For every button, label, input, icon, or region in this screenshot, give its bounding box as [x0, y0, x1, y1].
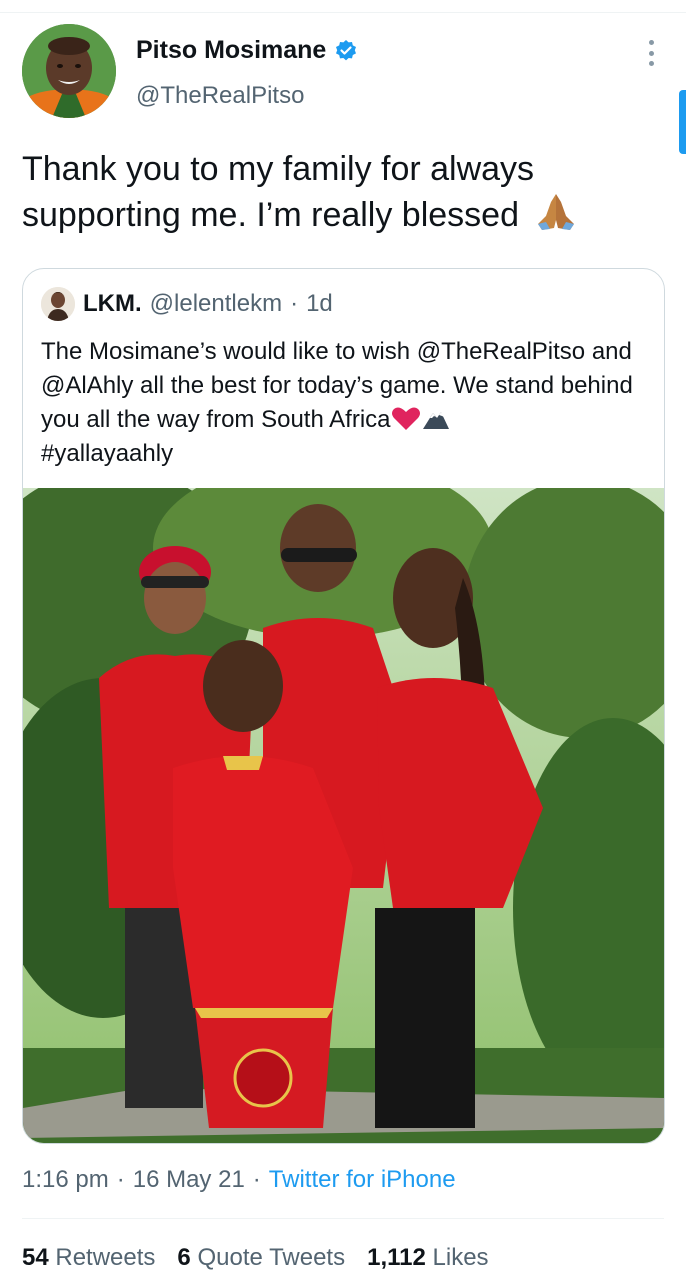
meta-separator: ·	[116, 1166, 125, 1193]
tweet-text: Thank you to my family for always suppor…	[22, 146, 662, 238]
red-heart-icon	[391, 407, 420, 430]
meta-separator: ·	[252, 1166, 261, 1193]
quoted-tweet-text: The Mosimane’s would like to wish @TheRe…	[41, 335, 651, 471]
profile-photo-icon	[22, 24, 116, 118]
retweets-stat[interactable]: 54 Retweets	[22, 1244, 155, 1272]
more-options-icon[interactable]	[640, 40, 662, 66]
verified-badge-icon	[336, 39, 357, 60]
quote-tweets-label: Quote Tweets	[197, 1244, 346, 1271]
tweet-text-body: Thank you to my family for always suppor…	[22, 150, 535, 234]
retweets-count: 54	[22, 1244, 49, 1271]
author-name-row: Pitso Mosimane	[136, 36, 358, 65]
retweets-label: Retweets	[55, 1244, 156, 1271]
quoted-avatar-icon	[41, 287, 75, 321]
likes-label: Likes	[432, 1244, 489, 1271]
quote-tweets-stat[interactable]: 6 Quote Tweets	[177, 1244, 345, 1272]
quoted-tweet-photo[interactable]	[23, 488, 664, 1143]
likes-count: 1,112	[367, 1244, 426, 1271]
scrollbar-thumb[interactable]	[679, 90, 686, 154]
author-display-name[interactable]: Pitso Mosimane	[136, 36, 326, 65]
folded-hands-icon	[538, 194, 575, 230]
author-handle[interactable]: @TheRealPitso	[136, 82, 304, 110]
tweet-stats-row: 54 Retweets 6 Quote Tweets 1,112 Likes	[22, 1244, 489, 1272]
family-photo-icon	[23, 488, 664, 1143]
quoted-timestamp: 1d	[306, 290, 333, 317]
tweet-meta-row: 1:16 pm · 16 May 21 · Twitter for iPhone	[22, 1166, 456, 1194]
quoted-author-handle[interactable]: @lelentlekm	[150, 290, 282, 318]
quoted-tweet-header: LKM. @lelentlekm · 1d	[41, 287, 333, 321]
author-avatar[interactable]	[22, 24, 116, 118]
tweet-source-link[interactable]: Twitter for iPhone	[269, 1166, 456, 1194]
quoted-tweet-body: The Mosimane’s would like to wish @TheRe…	[41, 338, 633, 433]
quoted-tweet-card[interactable]: LKM. @lelentlekm · 1d The Mosimane’s wou…	[22, 268, 665, 1144]
quoted-hashtag[interactable]: #yallayaahly	[41, 440, 173, 467]
quoted-author-name[interactable]: LKM.	[83, 290, 142, 318]
likes-stat[interactable]: 1,112 Likes	[367, 1244, 488, 1272]
tweet-time[interactable]: 1:16 pm	[22, 1166, 109, 1194]
tweet-date[interactable]: 16 May 21	[133, 1166, 245, 1194]
quote-tweets-count: 6	[177, 1244, 191, 1271]
snow-capped-mountain-icon	[422, 412, 449, 429]
quoted-author-avatar[interactable]	[41, 287, 75, 321]
stats-divider	[22, 1218, 664, 1219]
quoted-separator: ·	[290, 290, 299, 317]
top-divider	[0, 12, 686, 13]
